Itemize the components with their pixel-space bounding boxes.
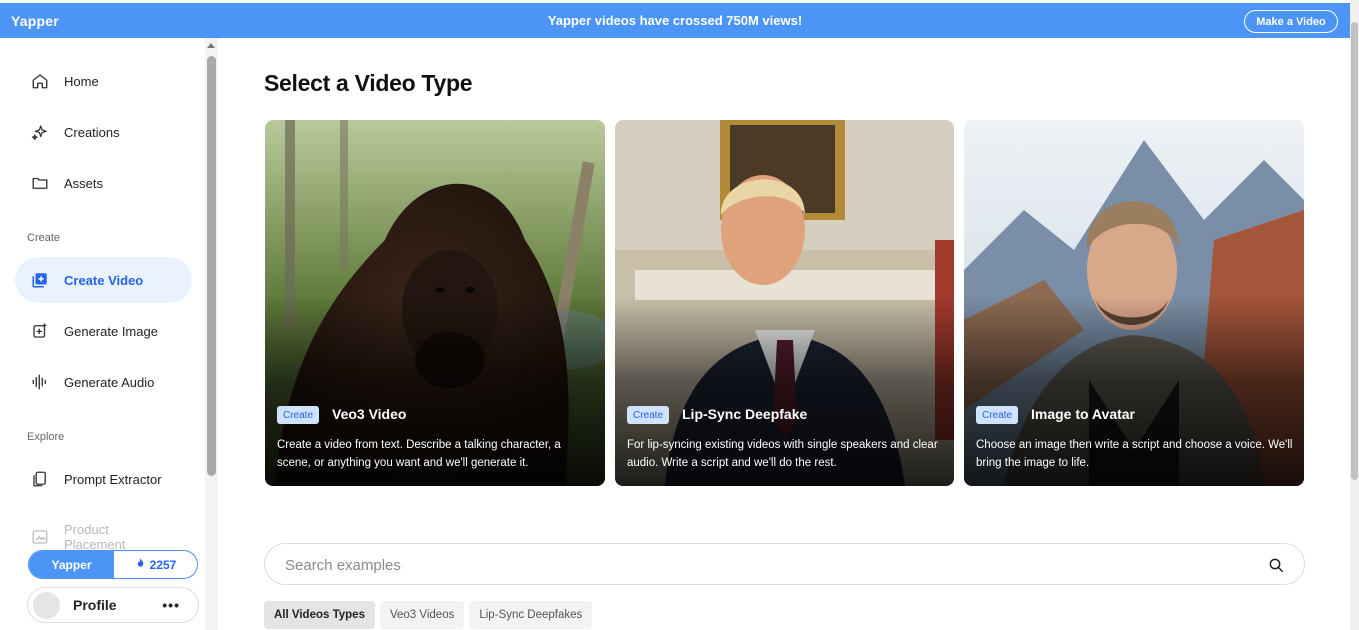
section-label-create: Create	[27, 232, 61, 244]
filter-lip-sync-deepfakes[interactable]: Lip-Sync Deepfakes	[469, 601, 593, 629]
announcement-text: Yapper videos have crossed 750M views!	[547, 13, 803, 28]
sidebar-item-create-video[interactable]: Create Video	[15, 257, 192, 303]
scroll-up-arrow-icon[interactable]	[207, 43, 215, 48]
card-description: For lip-syncing existing videos with sin…	[627, 439, 938, 469]
make-video-button[interactable]: Make a Video	[1244, 10, 1338, 33]
credit-count-value: 2257	[149, 557, 177, 572]
image-plus-icon	[31, 322, 49, 340]
filter-all-video-types[interactable]: All Videos Types	[264, 601, 375, 629]
search-icon[interactable]	[1268, 557, 1284, 573]
search-bar[interactable]	[264, 543, 1305, 585]
sidebar-item-generate-image[interactable]: Generate Image	[15, 308, 192, 354]
flame-icon	[135, 557, 146, 572]
video-type-card-image-to-avatar[interactable]: Create Image to Avatar Choose an image t…	[964, 120, 1304, 486]
sidebar-item-label: Generate Audio	[64, 374, 155, 390]
plan-badge: Yapper	[29, 551, 114, 578]
sidebar-item-product-placement[interactable]: Product Placement	[15, 514, 192, 554]
copy-icon	[31, 470, 49, 488]
section-label-explore: Explore	[27, 431, 65, 443]
more-options-icon[interactable]: •••	[162, 597, 180, 613]
video-type-card-veo3[interactable]: Create Veo3 Video Create a video from te…	[265, 120, 605, 486]
card-title: Veo3 Video	[332, 406, 407, 422]
filter-chips: All Videos Types Veo3 Videos Lip-Sync De…	[264, 601, 593, 629]
sidebar-item-label: Create Video	[64, 272, 144, 288]
sidebar-item-label: Generate Image	[64, 323, 158, 339]
card-title: Lip-Sync Deepfake	[682, 406, 808, 422]
sidebar-item-assets[interactable]: Assets	[15, 160, 192, 206]
image-icon	[31, 528, 49, 546]
page-title: Select a Video Type	[264, 70, 473, 96]
sidebar-item-label: Assets	[64, 175, 104, 191]
sidebar-item-label: Creations	[64, 124, 120, 140]
search-input[interactable]	[285, 554, 1245, 576]
profile-name: Profile	[73, 597, 117, 613]
sidebar-item-generate-audio[interactable]: Generate Audio	[15, 359, 192, 405]
sidebar-item-creations[interactable]: Creations	[15, 109, 192, 155]
sidebar: Home Creations Assets Create Create Vide…	[0, 38, 220, 630]
create-tag: Create	[976, 406, 1019, 424]
card-description: Create a video from text. Describe a tal…	[277, 439, 561, 469]
waveform-icon	[31, 373, 49, 391]
announcement-banner: Yapper Yapper videos have crossed 750M v…	[0, 3, 1350, 38]
card-title: Image to Avatar	[1031, 406, 1135, 422]
profile-button[interactable]: Profile •••	[27, 587, 199, 623]
credit-count: 2257	[114, 551, 197, 578]
create-tag: Create	[277, 406, 320, 424]
sidebar-item-prompt-extractor[interactable]: Prompt Extractor	[15, 456, 192, 502]
sidebar-item-home[interactable]: Home	[15, 58, 192, 104]
avatar	[33, 591, 60, 619]
card-description: Choose an image then write a script and …	[976, 439, 1293, 469]
video-type-card-lip-sync[interactable]: Create Lip-Sync Deepfake For lip-syncing…	[615, 120, 954, 486]
home-icon	[31, 72, 49, 90]
folder-icon	[31, 174, 49, 192]
credits-pill[interactable]: Yapper 2257	[28, 550, 198, 579]
create-tag: Create	[627, 406, 670, 424]
sidebar-scrollbar-thumb[interactable]	[207, 56, 216, 476]
plus-square-icon	[31, 271, 49, 289]
sidebar-item-label: Prompt Extractor	[64, 471, 162, 487]
page-scrollbar[interactable]	[1350, 0, 1359, 630]
sparkle-icon	[31, 123, 49, 141]
filter-veo3-videos[interactable]: Veo3 Videos	[379, 601, 465, 629]
sidebar-item-label: Product Placement	[64, 522, 126, 552]
sidebar-item-label: Home	[64, 73, 99, 89]
page-scrollbar-thumb[interactable]	[1351, 22, 1358, 480]
